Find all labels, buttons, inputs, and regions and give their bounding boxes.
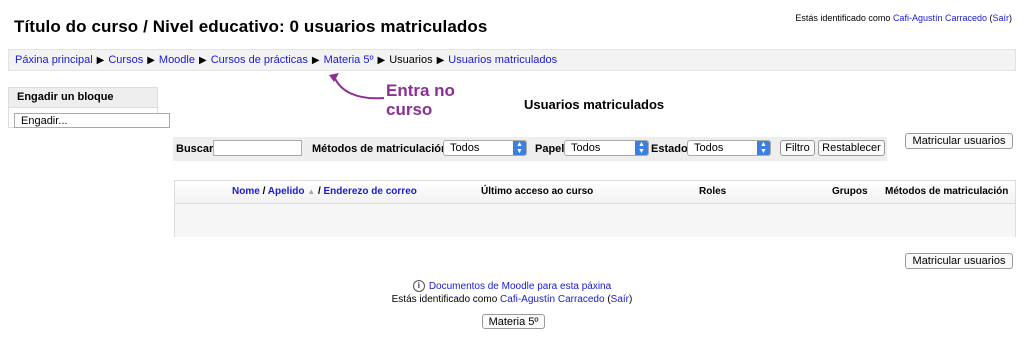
header-separator: /: [262, 186, 266, 197]
annotation-text: Entra no curso: [386, 81, 455, 119]
footer-logout-link[interactable]: Saír: [611, 294, 629, 305]
annotation-arrow-icon: [329, 73, 385, 100]
breadcrumb-practice-courses[interactable]: Cursos de prácticas: [211, 54, 308, 66]
table-body: [175, 204, 1015, 237]
breadcrumb-users: Usuarios: [389, 54, 433, 66]
table-header-last-access: Último acceso ao curso: [481, 186, 594, 197]
breadcrumb: Páxina principal ▶ Cursos ▶ Moodle ▶ Cursos de…: [8, 49, 1016, 71]
header-separator: /: [317, 186, 321, 197]
course-home-button[interactable]: Materia 5º: [482, 314, 545, 329]
sort-asc-icon: ▲: [307, 187, 316, 196]
footer-login-info: Estás identificado como Cafi-Agustín Car…: [391, 294, 633, 305]
table-header-groups: Grupos: [832, 186, 868, 197]
select-arrows-icon: ▲ ▼: [757, 141, 770, 155]
methods-label: Métodos de matriculación: [312, 143, 448, 155]
add-block-select[interactable]: Engadir...: [14, 113, 170, 128]
breadcrumb-home[interactable]: Páxina principal: [15, 54, 93, 66]
select-arrows-icon: ▲ ▼: [635, 141, 648, 155]
breadcrumb-moodle[interactable]: Moodle: [159, 54, 195, 66]
docs-line: i Documentos de Moodle para esta páxina: [0, 280, 1024, 293]
page-title: Título do curso / Nivel educativo: 0 usu…: [14, 17, 488, 36]
enrol-users-button-bottom[interactable]: Matricular usuarios: [905, 253, 1013, 269]
add-block-panel: Engadir un bloque Engadir...: [8, 87, 170, 128]
login-info: Estás identificado como Cafi-Agustín Car…: [795, 13, 1012, 23]
role-select[interactable]: Todos ▲ ▼: [564, 140, 649, 156]
section-heading: Usuarios matriculados: [524, 97, 665, 112]
sort-by-email-link[interactable]: Enderezo de correo: [324, 186, 417, 197]
role-label: Papel: [535, 143, 565, 155]
breadcrumb-separator-icon: ▶: [377, 55, 386, 66]
enrol-users-button[interactable]: Matricular usuarios: [905, 133, 1013, 149]
breadcrumb-separator-icon: ▶: [96, 55, 105, 66]
user-profile-link[interactable]: Cafi-Agustín Carracedo: [893, 13, 987, 23]
annotation-line-1: Entra no: [386, 81, 455, 100]
filter-bar: Buscar Métodos de matriculación Todos ▲ ▼…: [173, 137, 887, 161]
search-label: Buscar: [176, 143, 214, 155]
login-prefix: Estás identificado como: [795, 13, 891, 23]
reset-button[interactable]: Restablecer: [818, 140, 885, 156]
status-label: Estado: [651, 143, 688, 155]
sort-by-name-link[interactable]: Nome: [232, 186, 260, 197]
add-block-title: Engadir un bloque: [9, 88, 157, 108]
footer: i Documentos de Moodle para esta páxina E…: [0, 280, 1024, 306]
breadcrumb-separator-icon: ▶: [311, 55, 320, 66]
methods-select-value: Todos: [450, 142, 480, 154]
moodle-docs-link[interactable]: Documentos de Moodle para esta páxina: [429, 281, 611, 292]
table-header-roles: Roles: [699, 186, 727, 197]
footer-login-prefix: Estás identificado como: [391, 294, 498, 305]
filter-button[interactable]: Filtro: [780, 140, 815, 156]
logout-link[interactable]: Saír: [992, 13, 1009, 23]
info-icon: i: [412, 280, 425, 293]
table-header-enrol-methods: Métodos de matriculación: [885, 186, 1009, 197]
footer-user-link[interactable]: Cafi-Agustín Carracedo: [500, 294, 605, 305]
status-select-value: Todos: [694, 142, 724, 154]
breadcrumb-enrolled-users[interactable]: Usuarios matriculados: [448, 54, 557, 66]
breadcrumb-course[interactable]: Materia 5º: [324, 54, 374, 66]
breadcrumb-courses[interactable]: Cursos: [108, 54, 143, 66]
table-header-name-email: Nome / Apelido ▲ / Enderezo de correo: [232, 186, 417, 197]
search-input[interactable]: [213, 140, 302, 156]
methods-select[interactable]: Todos ▲ ▼: [443, 140, 527, 156]
select-arrows-icon: ▲ ▼: [513, 141, 526, 155]
breadcrumb-separator-icon: ▶: [436, 55, 445, 66]
role-select-value: Todos: [571, 142, 601, 154]
status-select[interactable]: Todos ▲ ▼: [687, 140, 771, 156]
enrolled-users-table: Nome / Apelido ▲ / Enderezo de correo Úl…: [174, 180, 1016, 237]
breadcrumb-separator-icon: ▶: [198, 55, 207, 66]
breadcrumb-separator-icon: ▶: [147, 55, 155, 66]
annotation-line-2: curso: [386, 100, 433, 119]
table-header: Nome / Apelido ▲ / Enderezo de correo Úl…: [175, 181, 1015, 204]
sort-by-surname-link[interactable]: Apelido: [268, 186, 305, 197]
